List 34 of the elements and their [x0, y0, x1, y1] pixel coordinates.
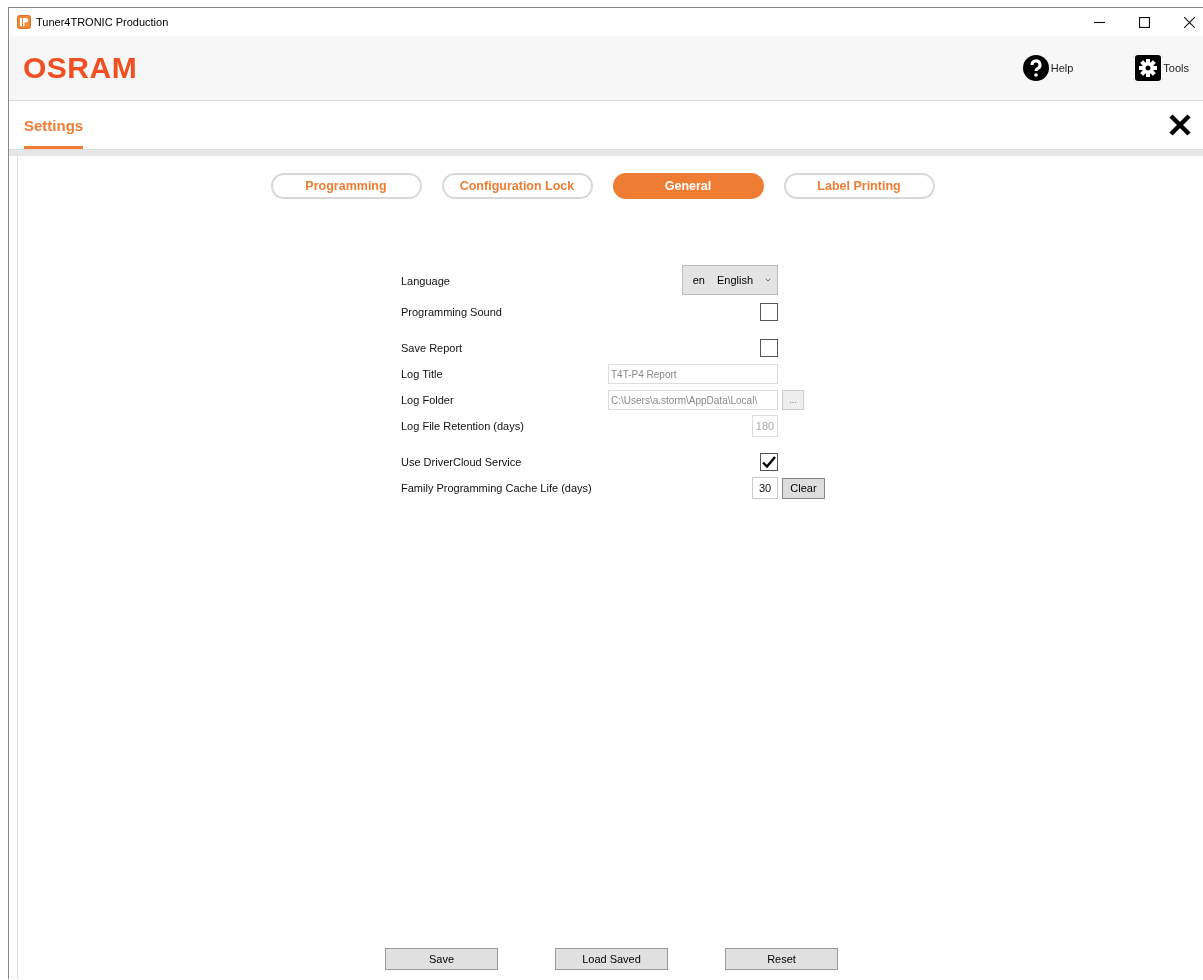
maximize-icon[interactable] [1139, 16, 1150, 28]
setting-label: Use DriverCloud Service [401, 456, 523, 468]
tab[interactable]: General [612, 173, 764, 199]
close-icon[interactable] [1184, 16, 1195, 28]
number-field[interactable]: 30 [752, 477, 778, 499]
clear-button[interactable]: Clear [782, 477, 825, 499]
setting-label: Log File Retention (days) [401, 420, 525, 432]
setting-label: Save Report [401, 342, 464, 354]
language-name: English [716, 274, 753, 286]
tab[interactable]: Configuration Lock [441, 173, 593, 199]
help-label[interactable]: Help [1050, 62, 1074, 74]
setting-label: Log Title [401, 368, 444, 380]
help-icon[interactable] [1022, 55, 1049, 81]
checkbox[interactable] [760, 339, 778, 357]
action-button[interactable]: Save [385, 948, 498, 970]
setting-label: Language [401, 275, 451, 287]
setting-label: Log Folder [401, 394, 455, 406]
checkbox[interactable] [760, 453, 778, 471]
tab[interactable]: Label Printing [783, 173, 935, 199]
action-button[interactable]: Load Saved [555, 948, 668, 970]
language-dropdown[interactable]: en English [681, 265, 778, 295]
app-icon [17, 15, 31, 29]
tools-label[interactable]: Tools [1163, 62, 1189, 74]
setting-label: Family Programming Cache Life (days) [401, 482, 593, 494]
tab[interactable]: Programming [270, 173, 422, 199]
settings-icon[interactable] [1135, 55, 1162, 81]
logo: OSRAM [23, 51, 138, 85]
checkbox[interactable] [760, 303, 778, 321]
action-button[interactable]: Reset [725, 948, 838, 970]
chevron-icon [765, 278, 771, 282]
window-title: Tuner4TRONIC Production [36, 16, 169, 28]
setting-label: Programming Sound [401, 306, 503, 318]
close-icon[interactable] [1169, 114, 1191, 136]
language-code: en [692, 274, 705, 286]
